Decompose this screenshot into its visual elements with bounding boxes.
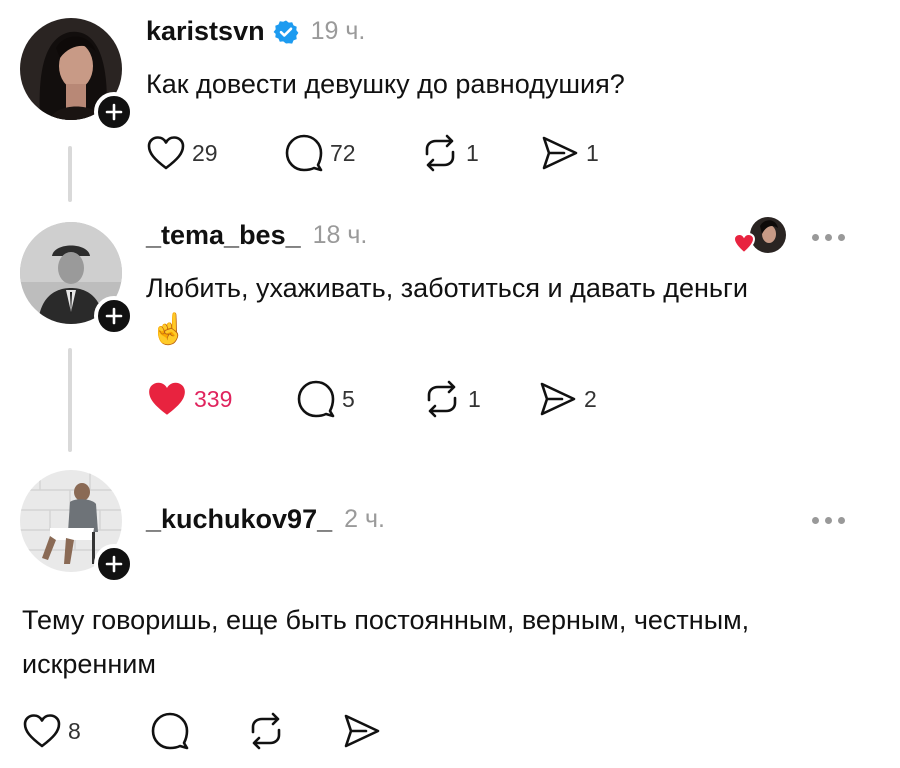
plus-icon: [105, 307, 123, 325]
username[interactable]: karistsvn: [146, 16, 265, 47]
follow-plus-button[interactable]: [94, 544, 134, 584]
like-count: 8: [68, 717, 81, 744]
verified-badge-icon: [273, 19, 299, 45]
post-header: karistsvn 19 ч.: [146, 16, 365, 47]
dot: [812, 234, 819, 241]
repost-button[interactable]: [246, 712, 342, 750]
post-text-line-1: Тему говоришь, еще быть постоянным, верн…: [22, 605, 750, 635]
username[interactable]: _tema_bes_: [146, 220, 301, 251]
username[interactable]: _kuchukov97_: [146, 504, 332, 535]
avatar-container[interactable]: [20, 222, 134, 336]
reply-count: 5: [342, 385, 355, 412]
post-time: 18 ч.: [312, 221, 368, 249]
action-bar: 29 72 1 1: [146, 134, 599, 172]
post-text-line-2: искренним: [22, 649, 156, 679]
thread-line: [68, 146, 72, 202]
repost-count: 1: [466, 139, 479, 166]
plus-icon: [105, 103, 123, 121]
more-options-button[interactable]: [812, 517, 845, 524]
send-icon: [540, 382, 576, 416]
post-text: Любить, ухаживать, заботиться и давать д…: [146, 273, 748, 303]
follow-plus-button[interactable]: [94, 296, 134, 336]
follow-plus-button[interactable]: [94, 92, 134, 132]
reply-count: 72: [330, 139, 356, 166]
share-count: 2: [584, 385, 597, 412]
thread-line: [68, 348, 72, 452]
dot: [825, 517, 832, 524]
action-bar: 339 5 1 2: [146, 380, 597, 418]
post-header: _tema_bes_ 18 ч.: [146, 220, 367, 251]
action-bar: 8: [22, 712, 382, 750]
repost-count: 1: [468, 385, 481, 412]
share-count: 1: [586, 139, 599, 166]
post-header: _kuchukov97_ 2 ч.: [146, 504, 385, 535]
dot: [838, 517, 845, 524]
avatar-container[interactable]: [20, 470, 134, 584]
send-icon: [344, 714, 380, 748]
comment-icon: [151, 712, 189, 750]
post-time: 19 ч.: [310, 17, 366, 45]
dot: [812, 517, 819, 524]
share-button[interactable]: 2: [538, 380, 597, 418]
like-button[interactable]: 339: [146, 380, 296, 418]
author-liked-badge: [732, 214, 790, 258]
heart-filled-icon: [149, 382, 185, 415]
dot: [825, 234, 832, 241]
plus-icon: [105, 555, 123, 573]
heart-icon: [147, 136, 185, 170]
reply-button[interactable]: 5: [296, 380, 422, 418]
post-time: 2 ч.: [344, 505, 385, 533]
reply-button[interactable]: 72: [284, 134, 420, 172]
comment-icon: [297, 380, 335, 418]
repost-icon: [427, 380, 457, 418]
like-count: 29: [192, 139, 218, 166]
emoji: ☝️: [150, 313, 188, 346]
like-button[interactable]: 29: [146, 135, 284, 171]
repost-icon: [425, 134, 455, 172]
share-button[interactable]: 1: [540, 134, 599, 172]
like-count: 339: [194, 385, 233, 412]
repost-button[interactable]: 1: [420, 134, 540, 172]
more-options-button[interactable]: [812, 234, 845, 241]
send-icon: [542, 136, 578, 170]
repost-icon: [251, 712, 281, 750]
post-text: Как довести девушку до равнодушия?: [146, 69, 625, 99]
comment-icon: [285, 134, 323, 172]
share-button[interactable]: [342, 712, 382, 750]
avatar-container[interactable]: [20, 18, 134, 132]
author-avatar-heart-icon: [732, 217, 786, 255]
reply-button[interactable]: [150, 712, 246, 750]
like-button[interactable]: 8: [22, 713, 150, 749]
repost-button[interactable]: 1: [422, 380, 538, 418]
dot: [838, 234, 845, 241]
heart-icon: [23, 714, 61, 748]
